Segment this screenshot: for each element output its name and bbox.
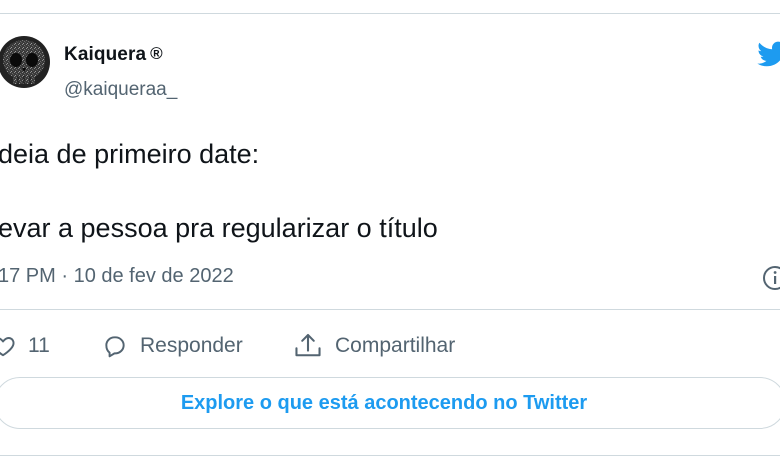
tweet-text-line-2: evar a pessoa pra regularizar o título	[0, 213, 438, 243]
author-name-row[interactable]: Kaiquera ®	[64, 44, 163, 66]
divider	[0, 309, 780, 310]
speech-bubble-icon	[105, 336, 125, 358]
share-upload-icon	[295, 333, 321, 357]
heart-icon	[0, 337, 15, 357]
reply-button[interactable]: Responder	[102, 330, 243, 362]
tweet-timestamp[interactable]: 17 PM · 10 de fev de 2022	[0, 265, 234, 288]
explore-twitter-button[interactable]: Explore o que está acontecendo no Twitte…	[0, 377, 780, 429]
like-count: 11	[28, 334, 50, 357]
share-button[interactable]: Compartilhar	[293, 330, 455, 362]
avatar[interactable]	[0, 36, 50, 88]
tweet-text-line-1: deia de primeiro date:	[0, 139, 260, 169]
share-label: Compartilhar	[335, 334, 456, 357]
registered-mark: ®	[150, 44, 163, 63]
twitter-bird-icon[interactable]	[756, 38, 780, 70]
info-icon[interactable]	[760, 263, 780, 293]
reply-label: Responder	[140, 334, 243, 357]
like-button[interactable]: 11	[0, 330, 50, 362]
author-display-name[interactable]: Kaiquera	[64, 44, 146, 66]
author-handle[interactable]: @kaiqueraa_	[64, 79, 177, 101]
avatar-skull-image	[0, 36, 50, 88]
tweet-embed-screenshot: Kaiquera ® @kaiqueraa_ deia de primeiro …	[0, 0, 780, 470]
